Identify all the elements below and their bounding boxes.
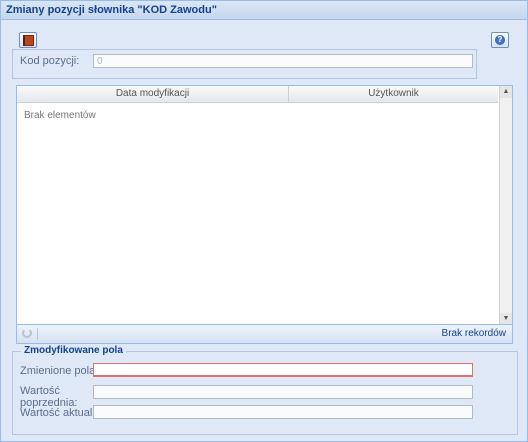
previous-value-field[interactable] [93, 385, 473, 399]
empty-message: Brak elementów [24, 110, 96, 121]
column-header-user[interactable]: Użytkownik [289, 86, 498, 102]
pager-status: Brak rekordów [441, 328, 506, 339]
vertical-scrollbar[interactable]: ▲ ▼ [499, 86, 512, 325]
changed-fields-field[interactable] [93, 363, 473, 377]
kod-label: Kod pozycji: [20, 55, 80, 67]
grid-header: Data modyfikacji Użytkownik [17, 86, 498, 103]
refresh-icon[interactable] [22, 328, 32, 338]
help-icon: ? [495, 35, 505, 45]
column-header-date[interactable]: Data modyfikacji [17, 86, 289, 102]
pager-separator [37, 328, 38, 340]
window-title: Zmiany pozycji słownika "KOD Zawodu" [6, 4, 217, 16]
scroll-up-icon[interactable]: ▲ [500, 86, 512, 98]
help-button[interactable]: ? [491, 32, 509, 48]
book-icon [22, 34, 34, 46]
title-bar: Zmiany pozycji słownika "KOD Zawodu" [1, 1, 527, 20]
current-value-field[interactable] [93, 405, 473, 419]
previous-value-label: Wartość poprzednia: [20, 385, 78, 409]
previous-value-label-line1: Wartość [20, 385, 60, 397]
history-grid: Data modyfikacji Użytkownik Brak element… [16, 85, 513, 344]
paging-toolbar: Brak rekordów [17, 324, 512, 343]
changed-fields-label: Zmienione pola: [20, 365, 99, 377]
dialog-window: Zmiany pozycji słownika "KOD Zawodu" ? K… [0, 0, 528, 442]
book-button[interactable] [19, 32, 37, 48]
fieldset-legend: Zmodyfikowane pola [21, 345, 126, 356]
kod-field[interactable]: 0 [93, 54, 473, 68]
